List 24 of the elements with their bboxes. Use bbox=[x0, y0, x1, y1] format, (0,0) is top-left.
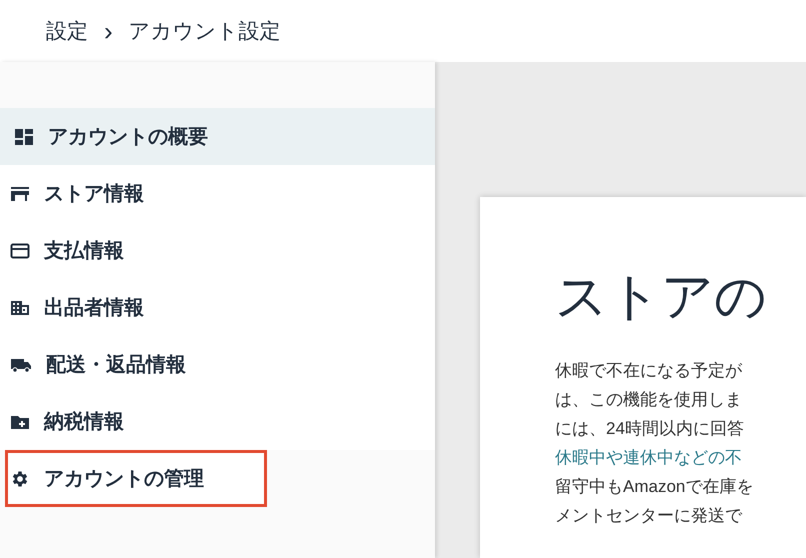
sidebar-item[interactable]: 出品者情報 bbox=[0, 279, 435, 336]
help-link[interactable]: 休暇中や連休中などの不 bbox=[555, 443, 806, 472]
body-text-line: は、この機能を使用しま bbox=[555, 389, 743, 412]
body-text-line: メントセンターに発送で bbox=[555, 505, 744, 528]
settings-icon bbox=[10, 468, 30, 488]
sidebar-item[interactable]: アカウントの概要 bbox=[0, 108, 435, 165]
store-icon bbox=[10, 186, 30, 202]
sidebar-item[interactable]: ストア情報 bbox=[0, 165, 435, 222]
breadcrumb-link[interactable]: 設定 bbox=[46, 17, 88, 45]
breadcrumb-current: アカウント設定 bbox=[128, 19, 281, 45]
body-text-line: には、24時間以内に回答 bbox=[555, 418, 745, 440]
card-title: ストアの bbox=[555, 269, 768, 326]
sidebar-item[interactable]: アカウントの管理 bbox=[5, 450, 267, 507]
folder-plus-icon bbox=[10, 414, 30, 430]
body-text-line: 休暇で不在になる予定が bbox=[555, 360, 743, 382]
body-text-line: 留守中もAmazonで在庫を bbox=[555, 476, 754, 498]
chevron-icon: › bbox=[104, 18, 113, 44]
credit-card-icon bbox=[10, 242, 30, 258]
truck-icon bbox=[10, 356, 32, 372]
building-icon bbox=[10, 300, 30, 316]
sidebar-item[interactable]: 配送・返品情報 bbox=[0, 336, 435, 393]
sidebar-item[interactable]: 納税情報 bbox=[0, 393, 435, 450]
dashboard-icon bbox=[14, 128, 34, 146]
sidebar-item[interactable]: 支払情報 bbox=[0, 222, 435, 279]
